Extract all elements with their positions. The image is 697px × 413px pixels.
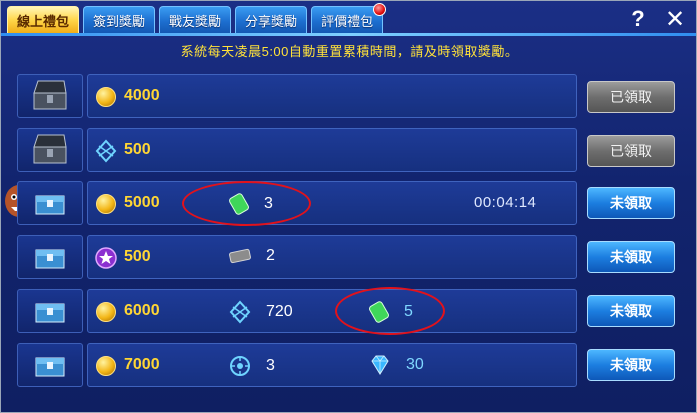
chest-open-icon bbox=[17, 74, 83, 118]
tab-label: 戰友獎勵 bbox=[169, 13, 222, 29]
points-value: 7000 bbox=[124, 356, 160, 373]
crystal-icon bbox=[95, 139, 117, 163]
tab-bar: 線上禮包 簽到獎勵 戰友獎勵 分享獎勵 評價禮包 bbox=[7, 3, 387, 34]
close-button[interactable]: ✕ bbox=[662, 5, 688, 33]
reset-notice: 系統每天凌晨5:00自動重置累積時間，請及時領取獎勵。 bbox=[180, 44, 519, 59]
tab-review-gift[interactable]: 評價禮包 bbox=[311, 3, 387, 33]
reward-row: 500 bbox=[17, 128, 577, 172]
tab-online-gift[interactable]: 線上禮包 bbox=[7, 6, 80, 33]
help-icon: ? bbox=[631, 6, 645, 31]
item-quantity: 2 bbox=[266, 247, 275, 264]
claim-button[interactable]: 未領取 bbox=[587, 241, 675, 273]
points-value: 500 bbox=[124, 141, 151, 158]
button-label: 未領取 bbox=[610, 303, 652, 319]
reward-row: 4000 bbox=[17, 74, 577, 118]
tab-label: 分享獎勵 bbox=[245, 13, 298, 29]
close-icon: ✕ bbox=[664, 5, 686, 33]
points-value: 4000 bbox=[124, 87, 160, 104]
chest-closed-icon bbox=[17, 235, 83, 279]
coin-icon bbox=[96, 302, 116, 322]
chest-closed-icon bbox=[17, 289, 83, 333]
chest-open-icon bbox=[17, 128, 83, 172]
points-value: 500 bbox=[124, 248, 151, 265]
countdown-timer: 00:04:14 bbox=[474, 194, 537, 211]
reward-bar: 5000 3 00:04:14 bbox=[87, 181, 577, 225]
claim-button[interactable]: 未領取 bbox=[587, 349, 675, 381]
reward-row: 6000 720 5 bbox=[17, 289, 577, 333]
ticket-icon bbox=[229, 248, 251, 264]
star-badge-icon bbox=[95, 247, 117, 269]
button-label: 未領取 bbox=[610, 195, 652, 211]
reward-panel: 線上禮包 簽到獎勵 戰友獎勵 分享獎勵 評價禮包 ? ✕ 系統每天凌晨5:00自… bbox=[0, 0, 697, 413]
item-quantity: 30 bbox=[406, 356, 424, 373]
points-value: 5000 bbox=[124, 194, 160, 211]
reward-bar: 4000 bbox=[87, 74, 577, 118]
annotation-circle bbox=[335, 287, 445, 335]
crystal-icon bbox=[229, 300, 251, 324]
notification-badge bbox=[373, 3, 387, 16]
coin-icon bbox=[96, 194, 116, 214]
tab-ally-reward[interactable]: 戰友獎勵 bbox=[159, 6, 232, 33]
reward-bar: 500 2 bbox=[87, 235, 577, 279]
item-quantity: 3 bbox=[266, 357, 275, 374]
claimed-button[interactable]: 已領取 bbox=[587, 81, 675, 113]
item-quantity: 720 bbox=[266, 303, 293, 320]
annotation-circle bbox=[182, 181, 311, 226]
header-divider bbox=[1, 33, 696, 36]
claim-button[interactable]: 未領取 bbox=[587, 187, 675, 219]
coin-icon bbox=[96, 356, 116, 376]
chest-closed-icon bbox=[17, 343, 83, 387]
points-value: 6000 bbox=[124, 302, 160, 319]
reward-item: 2 bbox=[228, 246, 275, 266]
coin-icon bbox=[96, 87, 116, 107]
reward-row: 500 2 bbox=[17, 235, 577, 279]
reward-item: 720 bbox=[228, 300, 293, 324]
chest-closed-icon bbox=[17, 181, 83, 225]
tab-label: 線上禮包 bbox=[17, 13, 70, 29]
tab-sign-in-reward[interactable]: 簽到獎勵 bbox=[83, 6, 156, 33]
button-label: 未領取 bbox=[610, 357, 652, 373]
reward-bar: 500 bbox=[87, 128, 577, 172]
help-button[interactable]: ? bbox=[625, 6, 651, 32]
button-label: 已領取 bbox=[610, 143, 652, 159]
tab-label: 簽到獎勵 bbox=[93, 13, 146, 29]
diamond-icon bbox=[371, 355, 389, 375]
reward-bar: 7000 3 30 bbox=[87, 343, 577, 387]
button-label: 未領取 bbox=[610, 249, 652, 265]
tab-label: 評價禮包 bbox=[321, 13, 374, 29]
tab-share-reward[interactable]: 分享獎勵 bbox=[235, 6, 308, 33]
reward-item: 3 bbox=[228, 354, 275, 378]
reward-row: 7000 3 30 bbox=[17, 343, 577, 387]
claim-button[interactable]: 未領取 bbox=[587, 295, 675, 327]
claimed-button[interactable]: 已領取 bbox=[587, 135, 675, 167]
reward-bar: 6000 720 5 bbox=[87, 289, 577, 333]
compass-icon bbox=[230, 356, 250, 376]
reward-item: 30 bbox=[368, 354, 424, 376]
button-label: 已領取 bbox=[610, 89, 652, 105]
